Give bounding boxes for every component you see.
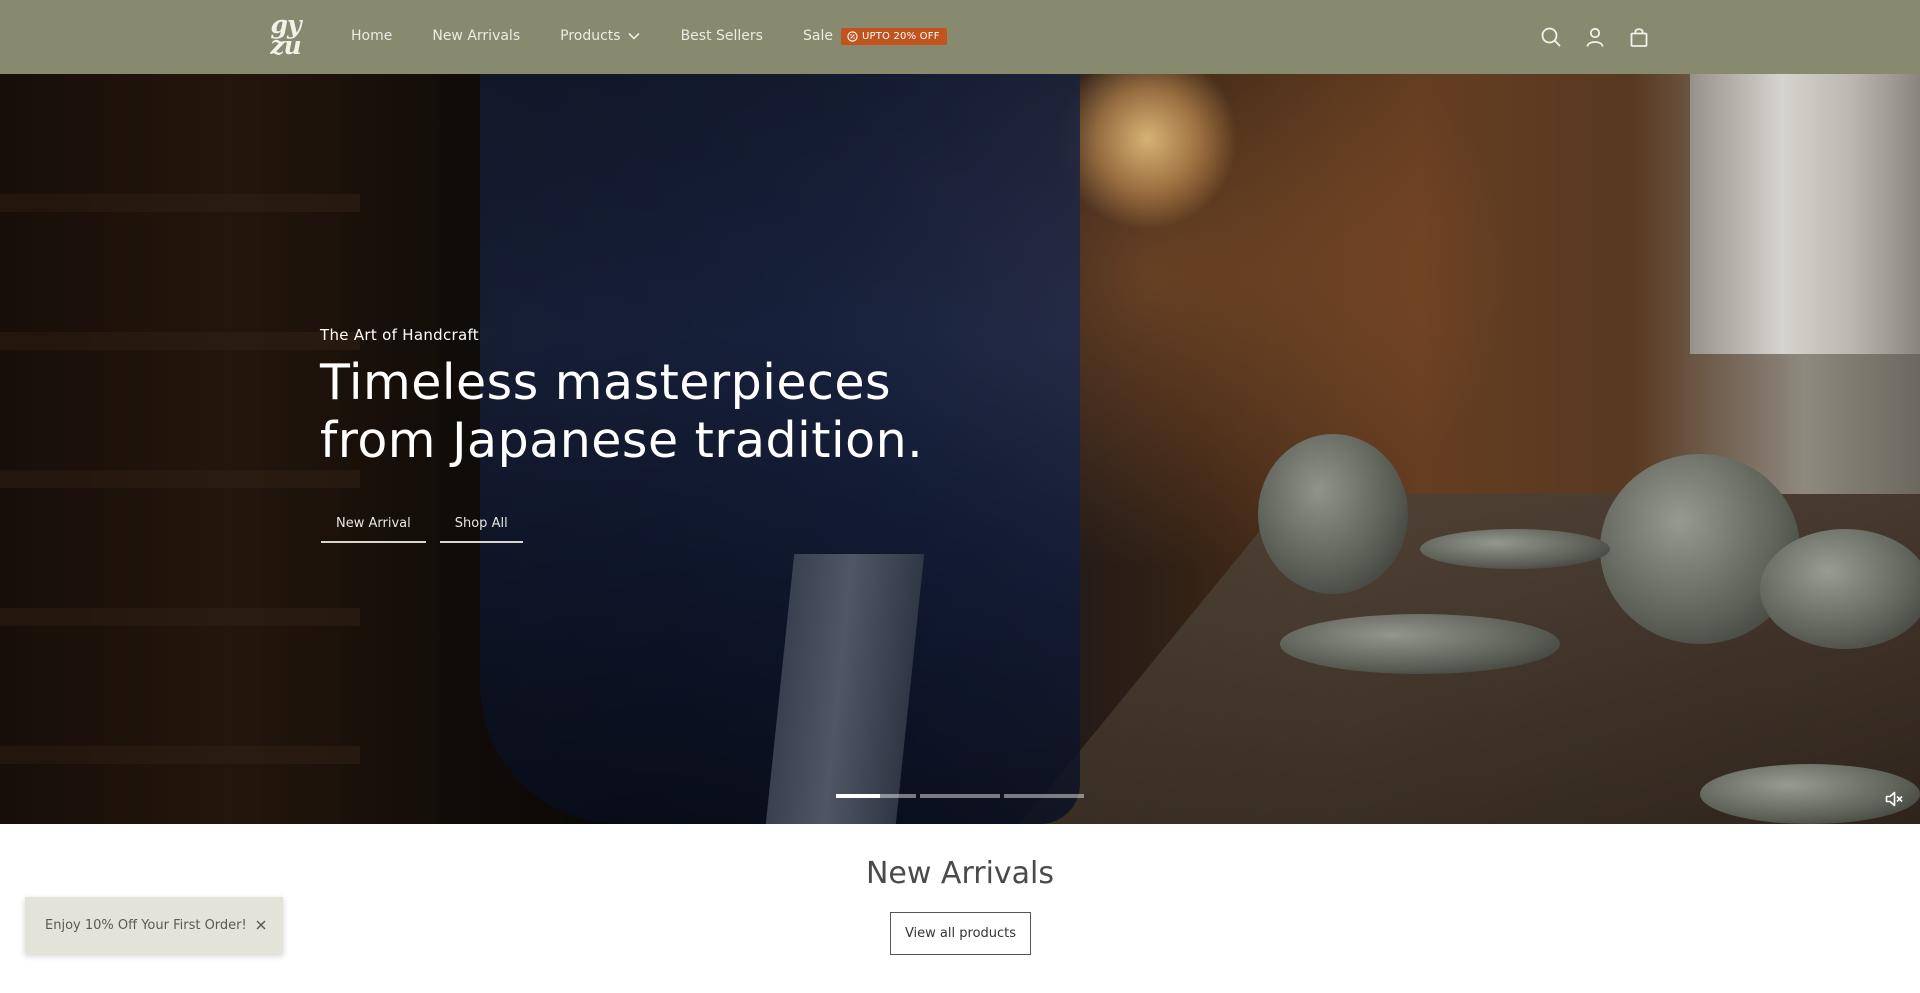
nav-sale[interactable]: Sale UPTO 20% OFF — [802, 27, 947, 45]
mute-button[interactable] — [1879, 784, 1909, 814]
hero-eyebrow: The Art of Handcraft — [320, 326, 479, 344]
slide-progress-fill — [836, 794, 880, 798]
account-icon[interactable] — [1584, 26, 1606, 48]
logo-text-bottom: zu — [270, 31, 301, 60]
site-header: gy zu Home New Arrivals Products Best Se… — [0, 0, 1920, 74]
promo-text: Enjoy 10% Off Your First Order! — [45, 918, 247, 933]
view-all-products-button[interactable]: View all products — [890, 912, 1031, 955]
nav-products[interactable]: Products — [560, 28, 640, 44]
brand-logo[interactable]: gy zu — [263, 12, 308, 60]
slide-indicator[interactable] — [836, 794, 916, 798]
cart-icon[interactable] — [1628, 26, 1650, 48]
search-icon[interactable] — [1540, 26, 1562, 48]
new-arrival-button[interactable]: New Arrival — [321, 508, 426, 543]
shop-all-button[interactable]: Shop All — [439, 508, 523, 543]
hero-content: The Art of Handcraft Timeless masterpiec… — [320, 326, 960, 470]
slide-indicator[interactable] — [1004, 794, 1084, 798]
nav-products-label: Products — [560, 28, 621, 44]
chevron-down-icon — [628, 32, 640, 40]
discount-tag-icon — [847, 30, 858, 42]
nav-sale-label: Sale — [802, 28, 833, 44]
nav-new-arrivals[interactable]: New Arrivals — [432, 28, 520, 44]
main-nav: Home New Arrivals Products Best Sellers … — [351, 0, 987, 72]
slide-indicator[interactable] — [920, 794, 1000, 798]
nav-home[interactable]: Home — [351, 28, 392, 44]
header-icons — [1518, 26, 1650, 48]
mute-icon — [1885, 791, 1903, 807]
hero-banner: The Art of Handcraft Timeless masterpiec… — [0, 74, 1920, 824]
promo-popup[interactable]: Enjoy 10% Off Your First Order! — [25, 897, 283, 954]
hero-overlay — [0, 74, 1920, 824]
sale-badge: UPTO 20% OFF — [840, 27, 947, 45]
hero-buttons: New Arrival Shop All — [321, 508, 537, 543]
new-arrivals-title: New Arrivals — [865, 856, 1055, 891]
nav-best-sellers[interactable]: Best Sellers — [681, 28, 763, 44]
sale-badge-text: UPTO 20% OFF — [861, 30, 940, 42]
hero-title: Timeless masterpieces from Japanese trad… — [320, 354, 924, 469]
slider-indicators — [836, 794, 1088, 798]
close-icon[interactable] — [255, 919, 267, 931]
